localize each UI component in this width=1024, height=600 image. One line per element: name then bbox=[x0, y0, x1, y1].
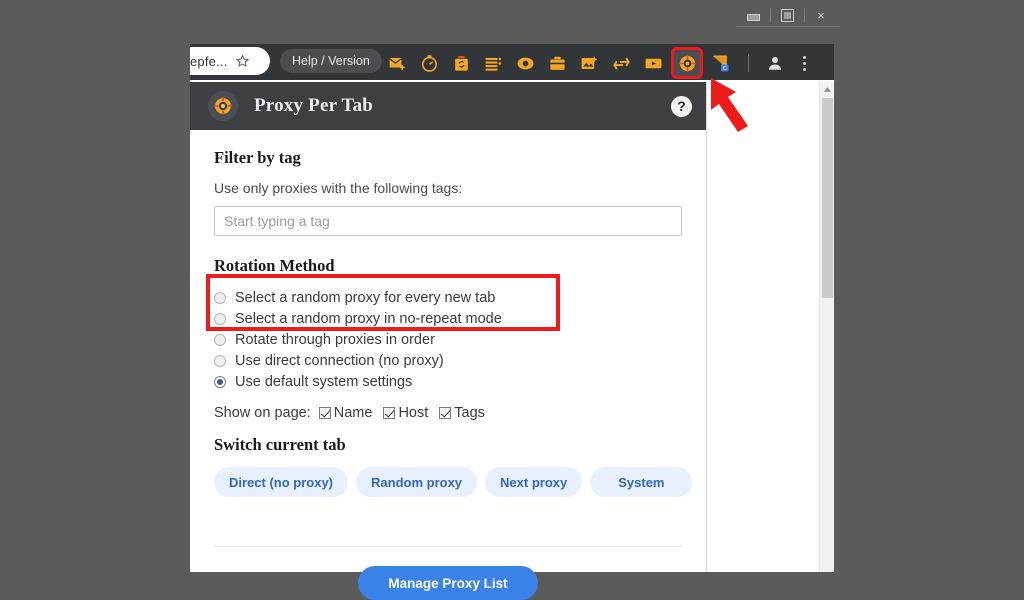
maximize-button[interactable] bbox=[770, 5, 804, 25]
trash-extension-icon[interactable] bbox=[450, 52, 472, 74]
page-scrollbar[interactable] bbox=[819, 82, 834, 572]
close-icon: × bbox=[817, 7, 825, 23]
help-version-label: Help / Version bbox=[292, 54, 370, 68]
scroll-up-arrow-icon[interactable] bbox=[820, 82, 835, 97]
image-extension-icon[interactable] bbox=[578, 52, 600, 74]
checkbox-label: Name bbox=[333, 405, 373, 421]
extension-popup: Proxy Per Tab ? Filter by tag Use only p… bbox=[190, 82, 707, 600]
checkbox-label: Host bbox=[398, 405, 429, 421]
radio-label: Select a random proxy for every new tab bbox=[235, 290, 496, 306]
radio-option-random-every-tab[interactable]: Select a random proxy for every new tab bbox=[214, 288, 682, 308]
random-proxy-button[interactable]: Random proxy bbox=[356, 467, 478, 497]
radio-icon-selected bbox=[214, 376, 226, 388]
filter-by-tag-heading: Filter by tag bbox=[214, 148, 301, 167]
radio-icon bbox=[214, 292, 226, 304]
radio-label: Use default system settings bbox=[235, 374, 413, 390]
radio-option-direct-connection[interactable]: Use direct connection (no proxy) bbox=[214, 351, 682, 371]
timer-extension-icon[interactable] bbox=[418, 52, 440, 74]
radio-option-default-system-settings[interactable]: Use default system settings bbox=[214, 372, 682, 392]
checkbox-host[interactable]: Host bbox=[383, 405, 428, 421]
checkbox-name[interactable]: Name bbox=[318, 405, 373, 421]
radio-icon bbox=[214, 313, 226, 325]
radio-option-random-no-repeat[interactable]: Select a random proxy in no-repeat mode bbox=[214, 309, 682, 329]
recycle-extension-icon[interactable] bbox=[610, 52, 632, 74]
toolbar-divider bbox=[748, 54, 749, 72]
close-button[interactable]: × bbox=[804, 5, 838, 25]
manage-proxy-list-button[interactable]: Manage Proxy List bbox=[358, 566, 538, 600]
eye-extension-icon[interactable] bbox=[514, 52, 536, 74]
page-area: Proxy Per Tab ? Filter by tag Use only p… bbox=[190, 82, 834, 600]
maximize-icon bbox=[780, 8, 794, 22]
radio-icon bbox=[214, 334, 226, 346]
proxy-target-logo bbox=[208, 91, 238, 121]
switch-current-tab-heading: Switch current tab bbox=[214, 435, 346, 454]
browser-window: epfe... Help / Version C Proxy Per Tab ?… bbox=[190, 44, 834, 600]
minimize-icon bbox=[746, 13, 760, 21]
radio-option-rotate-in-order[interactable]: Rotate through proxies in order bbox=[214, 330, 682, 350]
star-icon[interactable] bbox=[235, 53, 249, 69]
rotation-method-heading: Rotation Method bbox=[214, 256, 335, 275]
checkbox-icon-checked bbox=[383, 407, 396, 419]
filter-description: Use only proxies with the following tags… bbox=[214, 180, 463, 196]
rotation-radio-list: Select a random proxy for every new tab … bbox=[214, 288, 682, 392]
window-controls: × bbox=[736, 4, 840, 26]
checkbox-label: Tags bbox=[454, 405, 485, 421]
minimize-button[interactable] bbox=[736, 5, 770, 25]
rotation-method-section: Rotation Method Select a random proxy fo… bbox=[206, 256, 682, 392]
profile-avatar-icon[interactable] bbox=[765, 53, 785, 73]
checkbox-icon-checked bbox=[318, 407, 331, 419]
video-extension-icon[interactable] bbox=[642, 52, 664, 74]
scrollbar-thumb[interactable] bbox=[822, 98, 833, 298]
checkbox-icon-checked bbox=[439, 407, 452, 419]
footer-divider bbox=[214, 546, 682, 547]
browser-toolbar: epfe... Help / Version C bbox=[190, 44, 834, 82]
popup-body: Filter by tag Use only proxies with the … bbox=[190, 130, 706, 600]
manage-button-wrap: Manage Proxy List bbox=[190, 566, 706, 600]
extension-icon-row: C bbox=[386, 44, 813, 82]
radio-label: Use direct connection (no proxy) bbox=[235, 353, 444, 369]
popup-header: Proxy Per Tab ? bbox=[190, 82, 706, 130]
system-button[interactable]: System bbox=[590, 467, 693, 497]
radio-icon bbox=[214, 355, 226, 367]
show-on-page-row: Show on page: Name Host Tags bbox=[214, 405, 682, 421]
svg-text:C: C bbox=[723, 66, 727, 72]
list-extension-icon[interactable] bbox=[482, 52, 504, 74]
radio-label: Select a random proxy in no-repeat mode bbox=[235, 311, 502, 327]
show-on-page-label: Show on page: bbox=[214, 405, 311, 421]
briefcase-extension-icon[interactable] bbox=[546, 52, 568, 74]
radio-label: Rotate through proxies in order bbox=[235, 332, 435, 348]
page-right-area bbox=[708, 82, 834, 572]
switch-tab-button-row: Direct (no proxy) Random proxy Next prox… bbox=[214, 467, 693, 497]
checkbox-tags[interactable]: Tags bbox=[439, 405, 485, 421]
window-controls-underline bbox=[736, 26, 840, 27]
next-proxy-button[interactable]: Next proxy bbox=[485, 467, 583, 497]
proxy-per-tab-extension-icon[interactable] bbox=[671, 47, 703, 79]
popup-title: Proxy Per Tab bbox=[254, 95, 374, 116]
help-version-button[interactable]: Help / Version bbox=[280, 49, 382, 73]
direct-no-proxy-button[interactable]: Direct (no proxy) bbox=[214, 467, 349, 497]
browser-tab[interactable]: epfe... bbox=[190, 47, 270, 75]
mail-extension-icon[interactable] bbox=[386, 52, 408, 74]
help-icon[interactable]: ? bbox=[671, 95, 692, 117]
cast-icon[interactable]: C bbox=[710, 52, 732, 74]
tag-search-input[interactable] bbox=[214, 206, 682, 236]
tab-title: epfe... bbox=[190, 53, 228, 69]
three-dot-menu-icon[interactable] bbox=[795, 53, 813, 73]
